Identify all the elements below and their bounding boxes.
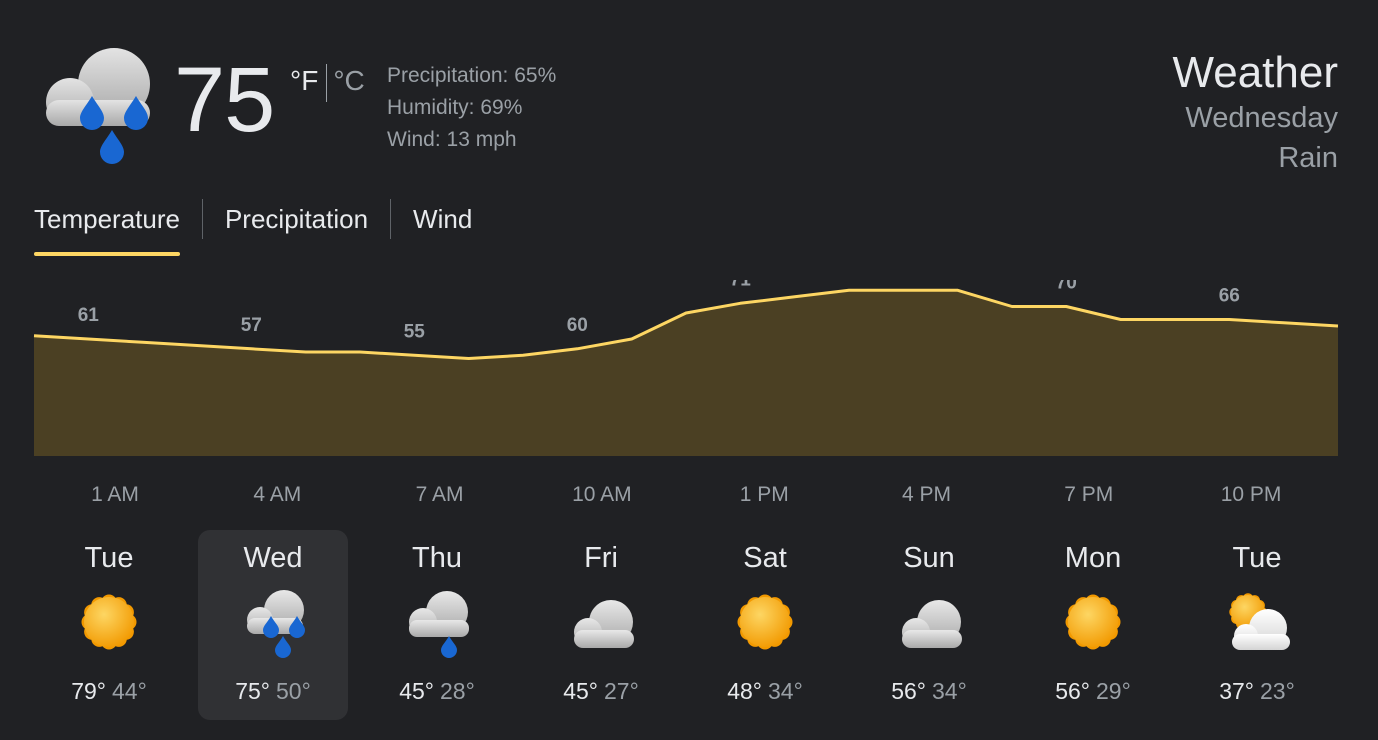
temperature-point-label: 57 (241, 315, 262, 336)
fahrenheit-toggle[interactable]: °F (290, 64, 318, 98)
cloud-drizzle-icon (402, 586, 472, 658)
forecast-high: 56° (891, 678, 926, 704)
sun-icon (74, 586, 144, 658)
cloud-icon (894, 586, 964, 658)
tab-temperature[interactable]: Temperature (34, 196, 180, 256)
forecast-day-name: Sun (903, 542, 955, 574)
partly-cloudy-icon (1222, 586, 1292, 658)
current-temperature: 75 (174, 49, 275, 151)
rain-cloud-icon (46, 48, 150, 164)
temperature-point-label: 60 (567, 315, 588, 336)
temperature-chart: 61575560717570661 AM4 AM7 AM10 AM1 PM4 P… (33, 280, 1339, 506)
temperature-point-label: 61 (78, 305, 100, 326)
forecast-day[interactable]: Tue 79° 44° (34, 530, 184, 720)
wind-text: Wind: 13 mph (387, 128, 517, 151)
forecast-high: 37° (1219, 678, 1254, 704)
sun-icon (730, 586, 800, 658)
cloud-icon (566, 586, 636, 658)
weather-title: Weather (1172, 48, 1339, 97)
forecast-low: 28° (440, 678, 475, 704)
forecast-temps: 45° 27° (526, 676, 676, 706)
sun-icon (1058, 586, 1128, 658)
forecast-day[interactable]: Thu 45° 28° (362, 530, 512, 720)
hour-label: 7 AM (416, 483, 464, 506)
forecast-day-name: Sat (743, 542, 787, 574)
forecast-low: 34° (768, 678, 803, 704)
forecast-high: 79° (71, 678, 106, 704)
weather-day: Wednesday (1185, 102, 1338, 134)
forecast-temps: 45° 28° (362, 676, 512, 706)
forecast-temps: 37° 23° (1182, 676, 1332, 706)
forecast-temps: 79° 44° (34, 676, 184, 706)
forecast-high: 48° (727, 678, 762, 704)
forecast-low: 23° (1260, 678, 1295, 704)
forecast-high: 45° (563, 678, 598, 704)
hour-label: 4 PM (902, 483, 951, 506)
tab-divider (201, 199, 203, 239)
forecast-day-name: Tue (84, 542, 134, 574)
chart-tabs: Temperature Precipitation Wind (34, 196, 472, 256)
forecast-day[interactable]: Wed 75° 50° (198, 530, 348, 720)
temperature-point-label: 66 (1219, 286, 1240, 307)
forecast-high: 45° (399, 678, 434, 704)
forecast-day[interactable]: Mon 56° 29° (1018, 530, 1168, 720)
forecast-low: 34° (932, 678, 967, 704)
hour-label: 1 AM (91, 483, 139, 506)
unit-divider (326, 64, 328, 102)
forecast-temps: 48° 34° (690, 676, 840, 706)
current-details: Precipitation: 65% Humidity: 69% Wind: 1… (387, 60, 556, 156)
forecast-day[interactable]: Fri 45° 27° (526, 530, 676, 720)
forecast-high: 56° (1055, 678, 1090, 704)
hour-label: 4 AM (253, 483, 301, 506)
forecast-temps: 75° 50° (198, 676, 348, 706)
forecast-day-name: Tue (1232, 542, 1282, 574)
forecast-day[interactable]: Sat 48° 34° (690, 530, 840, 720)
forecast-day-name: Fri (584, 542, 618, 574)
temperature-point-label: 70 (1056, 280, 1077, 294)
temperature-point-label: 55 (404, 321, 426, 342)
forecast-day-name: Mon (1064, 542, 1122, 574)
temperature-area (34, 290, 1338, 456)
tab-divider (390, 199, 392, 239)
forecast-day-name: Wed (243, 542, 303, 574)
forecast-low: 44° (112, 678, 147, 704)
forecast-high: 75° (235, 678, 270, 704)
forecast-day[interactable]: Tue 37° 23° (1182, 530, 1332, 720)
forecast-low: 27° (604, 678, 639, 704)
hour-label: 10 PM (1221, 483, 1282, 506)
rain-cloud-icon (238, 586, 308, 658)
unit-toggle: °F °C (290, 64, 365, 102)
temperature-point-label: 71 (730, 280, 752, 290)
weather-header: Weather Wednesday Rain (1173, 48, 1339, 178)
daily-forecast: Tue 79° 44° Wed 75° 50° Thu 45° 28° Fri 45° 27° Sat 4… (26, 530, 1354, 720)
precipitation-text: Precipitation: 65% (387, 64, 557, 87)
tab-wind[interactable]: Wind (413, 196, 472, 242)
weather-condition: Rain (1278, 142, 1338, 174)
celsius-toggle[interactable]: °C (333, 64, 364, 98)
humidity-text: Humidity: 69% (387, 96, 523, 119)
forecast-low: 50° (276, 678, 311, 704)
forecast-day-name: Thu (412, 542, 462, 574)
forecast-temps: 56° 34° (854, 676, 1004, 706)
tab-precipitation[interactable]: Precipitation (225, 196, 368, 242)
forecast-day[interactable]: Sun 56° 34° (854, 530, 1004, 720)
forecast-temps: 56° 29° (1018, 676, 1168, 706)
hour-label: 7 PM (1064, 483, 1113, 506)
hour-label: 10 AM (572, 483, 632, 506)
forecast-low: 29° (1096, 678, 1131, 704)
hour-label: 1 PM (740, 483, 789, 506)
